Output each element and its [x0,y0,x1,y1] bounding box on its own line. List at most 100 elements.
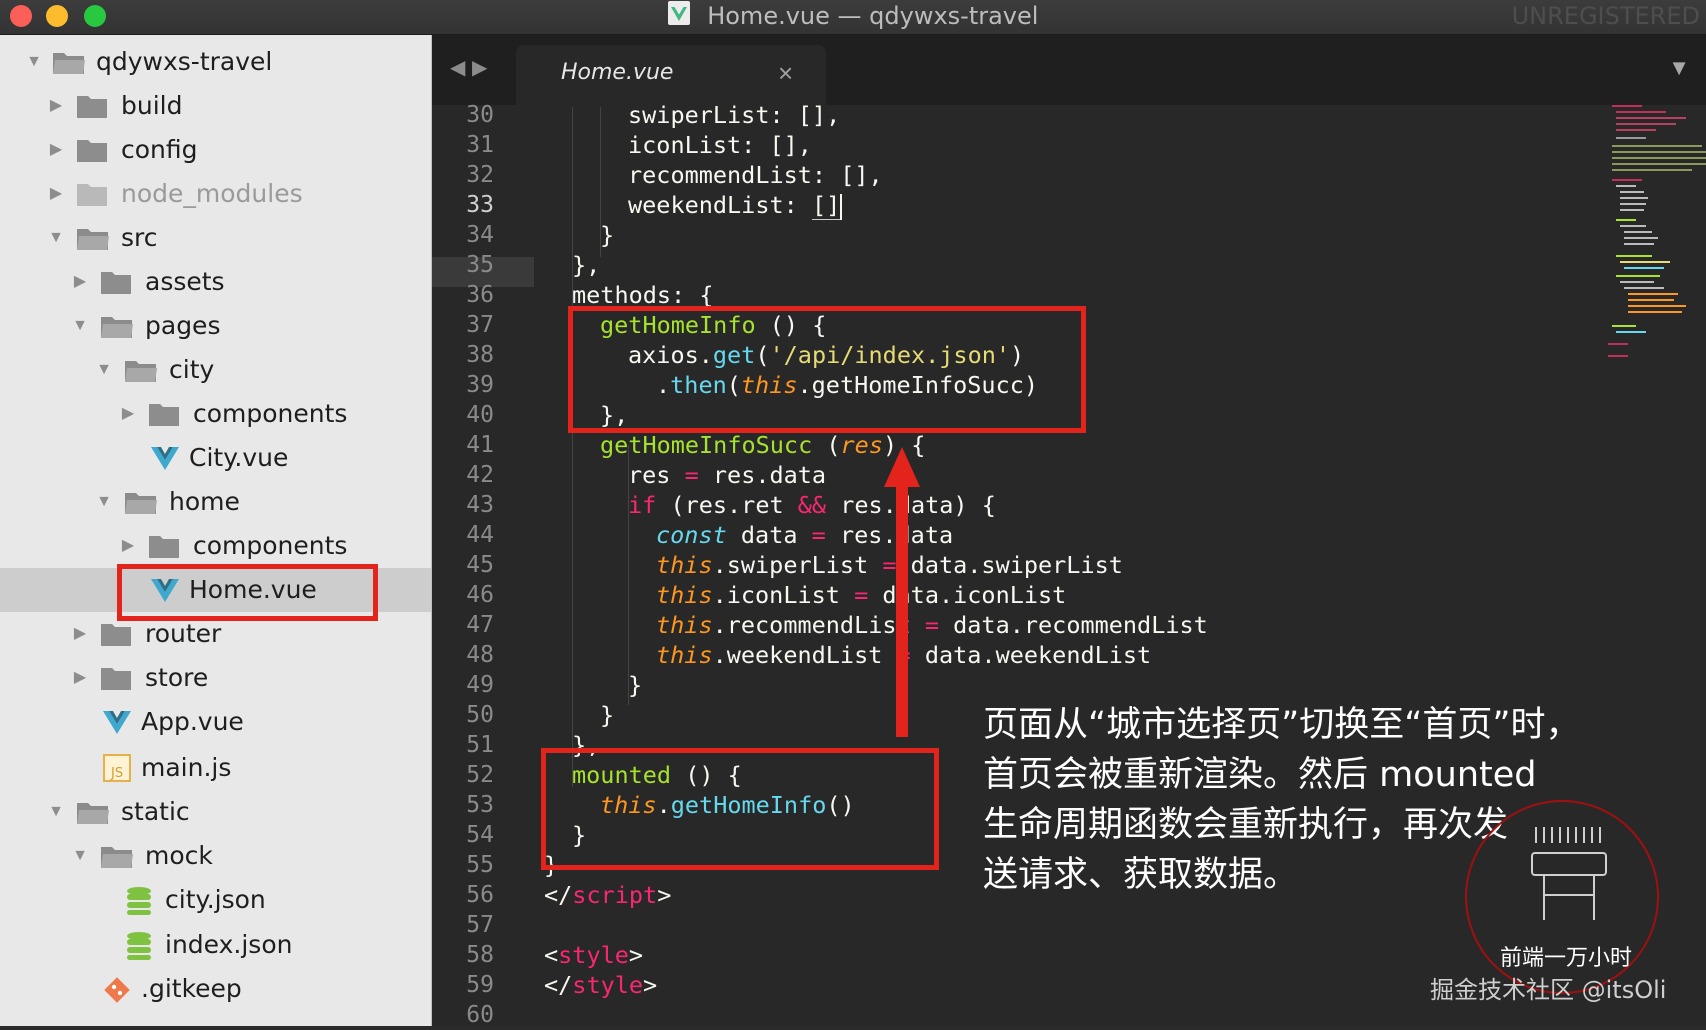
tree-label: .gitkeep [141,974,242,1003]
tree-row-home[interactable]: ▼ home [0,480,431,524]
tree-label: store [145,663,209,692]
tree-row-index-json[interactable]: index.json [0,923,431,967]
chevron-right-icon[interactable]: ▶ [70,260,90,304]
chevron-right-icon[interactable]: ▶ [46,128,66,172]
code-line-43: if (res.ret && res.data) { [628,490,996,520]
code-token: }, [572,251,601,279]
tree-row-assets[interactable]: ▶ assets [0,260,431,304]
annotation-line: 首页会被重新渲染。然后 mounted [983,755,1537,795]
code-token: swiperList: [], [628,101,841,129]
tree-row-project[interactable]: ▼ qdywxs-travel [0,40,431,84]
tree-row-app-vue[interactable]: App.vue [0,700,431,744]
tree-row-city-vue[interactable]: City.vue [0,436,431,480]
code-token: } [628,671,643,699]
tree-label: index.json [165,930,293,959]
tree-row-city-json[interactable]: city.json [0,878,431,922]
code-line-30: swiperList: [], [628,100,840,130]
code-token: (res.ret [656,491,798,519]
tree-label: city.json [165,885,266,914]
folder-icon [76,136,108,169]
code-token: res [628,461,685,489]
minimap[interactable] [1572,105,1706,365]
tree-row-gitkeep[interactable]: .gitkeep [0,967,431,1011]
code-token: .swiperList [712,551,883,579]
line-number: 39 [466,372,494,398]
tree-label: build [121,91,183,120]
tree-label: pages [145,311,221,340]
tree-row-config[interactable]: ▶ config [0,128,431,172]
tree-row-build[interactable]: ▶ build [0,84,431,128]
tree-label: assets [145,267,225,296]
line-number: 38 [466,342,494,368]
code-token: < [544,941,559,969]
code-line-56: </script> [544,880,671,910]
folder-icon [148,400,180,433]
chevron-down-icon[interactable]: ▼ [70,834,90,878]
line-number: 58 [466,942,494,968]
code-token: ( [812,431,841,459]
window-title-wrap: Home.vue — qdywxs-travel [0,0,1706,34]
code-line-47: this.recommendList = data.recommendList [656,610,1208,640]
line-number: 30 [466,102,494,128]
code-token: > [628,941,644,969]
chevron-right-icon[interactable]: ▶ [46,84,66,128]
highlight-box-gethomeinfo [568,306,1086,433]
line-number: 42 [466,462,494,488]
code-token: [] [811,191,841,220]
tree-label: city [169,355,215,384]
code-line-50: } [600,700,614,730]
code-line-58: <style> [544,940,643,970]
tree-row-home-components[interactable]: ▶ components [0,524,431,568]
line-number: 43 [466,492,494,518]
code-token: style [558,941,629,969]
text-cursor [840,193,843,220]
code-line-35: }, [572,250,600,280]
tree-row-pages[interactable]: ▼ pages [0,304,431,348]
code-line-42: res = res.data [628,460,826,490]
watermark-line: 掘金技术社区 @itsOli [1430,976,1667,1004]
vue-file-icon [150,444,180,477]
code-token: style [572,971,644,999]
database-icon [126,931,152,966]
svg-text:JS: JS [110,766,123,781]
line-number: 37 [466,312,494,338]
chevron-down-icon[interactable]: ▼ [46,790,66,834]
code-line-34: } [600,220,614,250]
code-line-32: recommendList: [], [628,160,883,190]
unregistered-badge: UNREGISTERED [1511,2,1700,30]
chevron-down-icon[interactable]: ▼ [94,480,114,524]
code-token: if [628,491,657,519]
code-token: const [656,521,727,549]
line-number: 54 [466,822,494,848]
folder-open-icon [124,488,158,521]
tree-label: src [121,223,158,252]
line-number: 45 [466,552,494,578]
tree-row-city[interactable]: ▼ city [0,348,431,392]
tree-label: App.vue [141,707,244,736]
chevron-right-icon[interactable]: ▶ [46,172,66,216]
line-number: 34 [466,222,494,248]
chevron-right-icon[interactable]: ▶ [118,524,138,568]
code-token: data [726,521,812,549]
tree-row-main-js[interactable]: JS main.js [0,746,431,790]
chevron-right-icon[interactable]: ▶ [118,392,138,436]
chevron-down-icon[interactable]: ▼ [94,348,114,392]
code-token: data.recommendList [938,611,1208,639]
code-token: = [924,611,939,639]
code-token: </ [544,881,573,909]
line-number: 32 [466,162,494,188]
chevron-right-icon[interactable]: ▶ [70,612,90,656]
tree-row-src[interactable]: ▼ src [0,216,431,260]
watermark: 前端一万小时 掘金技术社区 @itsOli [1430,800,1690,1010]
folder-icon [76,180,108,213]
chevron-right-icon[interactable]: ▶ [70,656,90,700]
js-file-icon: JS [102,754,132,787]
tree-row-city-components[interactable]: ▶ components [0,392,431,436]
tree-row-static[interactable]: ▼ static [0,790,431,834]
chevron-down-icon[interactable]: ▼ [70,304,90,348]
tree-row-mock[interactable]: ▼ mock [0,834,431,878]
tree-row-store[interactable]: ▶ store [0,656,431,700]
chevron-down-icon[interactable]: ▼ [24,40,44,84]
chevron-down-icon[interactable]: ▼ [46,216,66,260]
tree-row-node-modules[interactable]: ▶ node_modules [0,172,431,216]
